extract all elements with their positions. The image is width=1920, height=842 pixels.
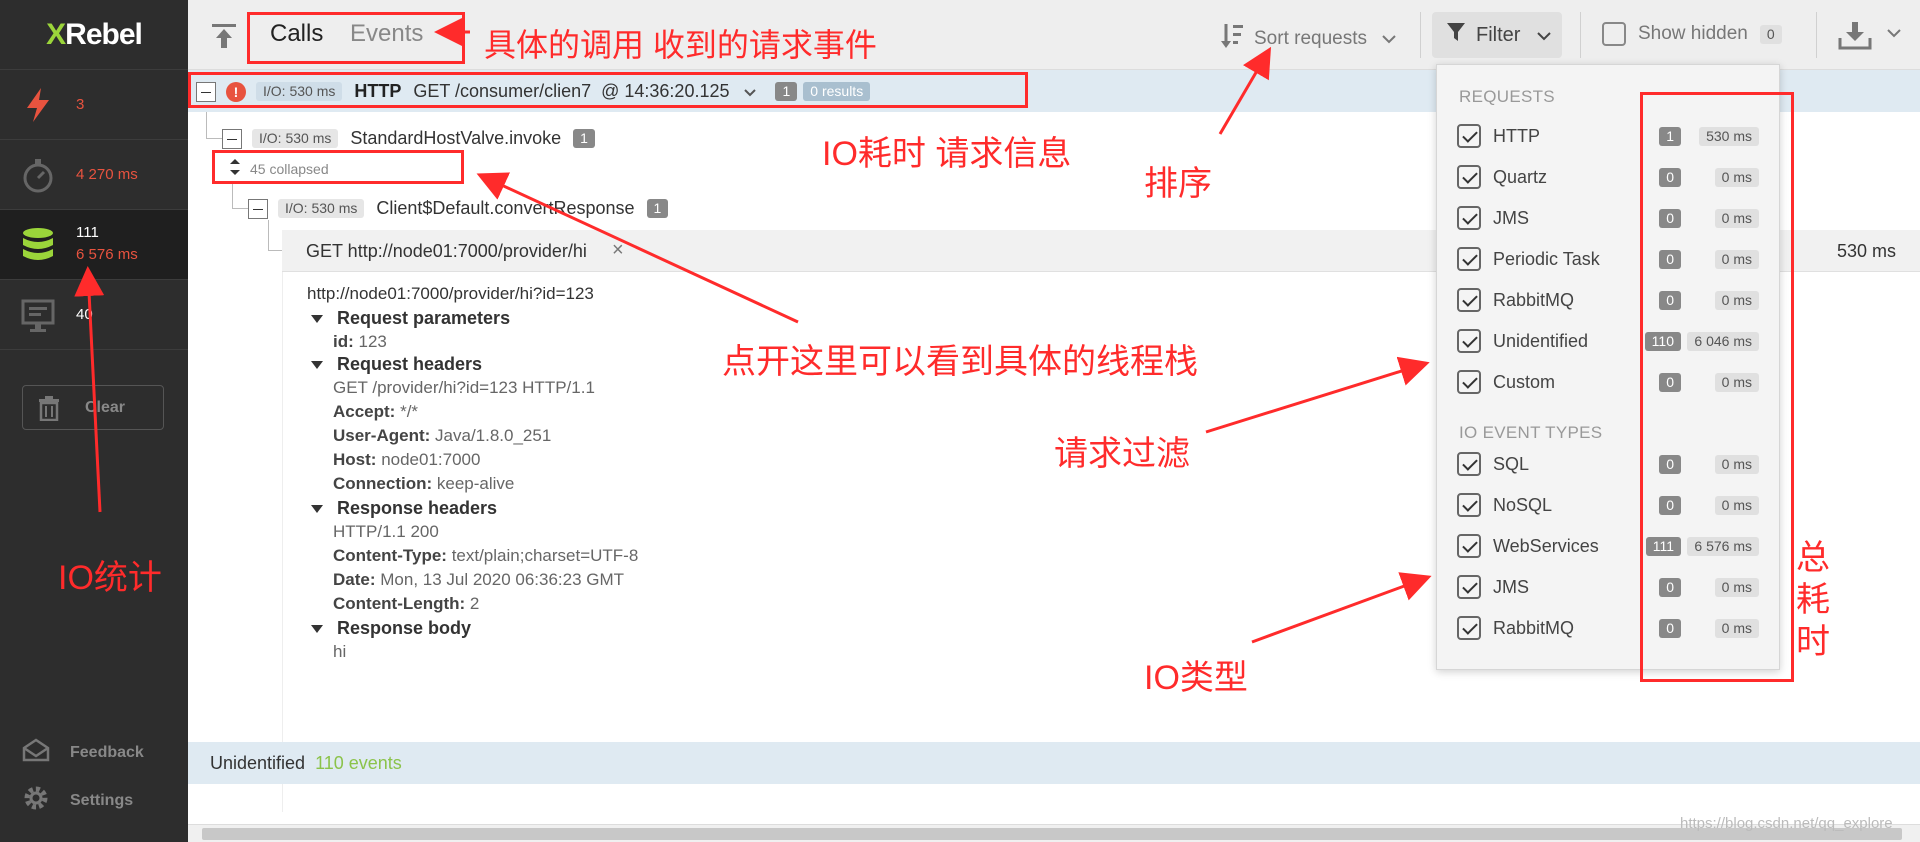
watermark: https://blog.csdn.net/qq_explore bbox=[1680, 815, 1893, 832]
annotation-arrows bbox=[74, 17, 1432, 644]
